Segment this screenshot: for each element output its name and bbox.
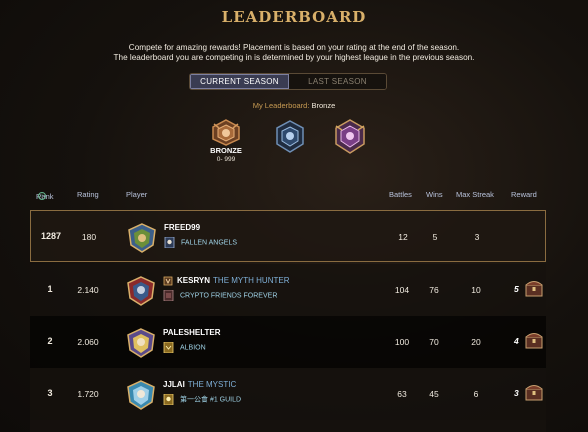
league-silver[interactable] <box>270 118 310 158</box>
col-wins: Wins <box>426 190 443 199</box>
avatar[interactable] <box>126 380 156 410</box>
reward-chest-icon <box>525 333 543 349</box>
avatar[interactable] <box>127 223 157 253</box>
player-name-text: KESRYN <box>177 276 211 286</box>
guild-banner-icon <box>163 342 174 353</box>
gold-league-icon <box>335 119 365 154</box>
guild-name-text: CRYPTO FRIENDS FOREVER <box>180 292 278 300</box>
guild-banner-icon <box>163 290 174 301</box>
row-battles: 63 <box>397 389 407 399</box>
col-player: Player <box>126 190 148 199</box>
row-battles: 104 <box>394 285 410 295</box>
player-name-text: PALESHELTER <box>163 328 221 337</box>
reward-chest-icon <box>525 385 543 401</box>
page-description: Compete for amazing rewards! Placement i… <box>0 43 588 63</box>
reward-count: 3 <box>514 388 519 398</box>
row-wins: 5 <box>432 232 438 242</box>
row-rating: 1.720 <box>77 389 99 399</box>
leaderboard-header: Rank i Rating Player Battles Wins Max Str… <box>0 188 588 202</box>
tab-last-season[interactable]: LAST SEASON <box>289 74 386 89</box>
row-wins: 70 <box>429 337 439 347</box>
row-rating: 2.060 <box>77 337 99 347</box>
reward[interactable]: 3 <box>512 382 544 404</box>
reward[interactable]: 5 <box>512 278 544 300</box>
reward-count: 4 <box>514 336 519 346</box>
col-battles: Battles <box>389 190 412 199</box>
player-title: THE MYSTIC <box>187 380 237 389</box>
guild-name: ALBION <box>163 342 206 353</box>
table-row[interactable]: 1 2.140 KESRYN THE MYTH HUNTER CRYPTO FRI… <box>30 264 546 316</box>
my-leaderboard-value: Bronze <box>311 101 336 110</box>
row-wins: 45 <box>429 389 439 399</box>
col-rating: Rating <box>77 190 99 199</box>
guild-banner-icon <box>163 394 174 405</box>
guild-name: 第一公會 #1 GUILD <box>163 394 241 405</box>
row-rank: 2 <box>47 336 53 346</box>
table-row-partial <box>30 420 546 432</box>
my-leaderboard-label: My Leaderboard: Bronze <box>0 101 588 110</box>
info-icon[interactable]: i <box>38 192 46 200</box>
guild-banner-icon <box>164 237 175 248</box>
player-name: PALESHELTER <box>163 328 220 337</box>
row-battles: 100 <box>394 337 410 347</box>
row-rank: 1 <box>47 284 53 294</box>
season-toggle: CURRENT SEASON LAST SEASON <box>189 73 387 90</box>
tab-current-season[interactable]: CURRENT SEASON <box>190 74 289 89</box>
row-rank: 3 <box>47 388 53 398</box>
page-title: LEADERBOARD <box>221 8 367 26</box>
table-row-me[interactable]: 1287 180 FREED99 FALLEN ANGELS 12 5 3 <box>30 210 546 262</box>
league-gold[interactable] <box>330 118 370 158</box>
guild-name-text: FALLEN ANGELS <box>181 239 238 247</box>
player-name-text: FREED99 <box>164 223 201 232</box>
row-wins: 76 <box>429 285 439 295</box>
reward[interactable]: 4 <box>512 330 544 352</box>
player-name-text: JJLAI <box>163 380 185 389</box>
reward-count: 5 <box>514 284 519 294</box>
my-leaderboard-key: My Leaderboard: <box>252 101 310 110</box>
table-row[interactable]: 2 2.060 PALESHELTER ALBION 100 70 20 4 <box>30 316 546 368</box>
table-row[interactable]: 3 1.720 JJLAI THE MYSTIC 第一公會 #1 GUILD 63… <box>30 368 546 420</box>
avatar[interactable] <box>126 328 156 358</box>
row-max-streak: 10 <box>471 285 481 295</box>
guild-name-text: ALBION <box>180 344 206 352</box>
col-max-streak: Max Streak <box>456 190 494 199</box>
guild-name: CRYPTO FRIENDS FOREVER <box>163 290 277 301</box>
silver-league-icon <box>276 120 304 153</box>
row-max-streak: 3 <box>474 232 480 242</box>
description-line-2: The leaderboard you are competing in is … <box>113 53 475 62</box>
col-reward: Reward <box>511 190 537 199</box>
reward-chest-icon <box>525 281 543 297</box>
row-max-streak: 6 <box>473 389 479 399</box>
bronze-league-name: BRONZE <box>210 146 242 155</box>
row-rating: 2.140 <box>77 285 99 295</box>
bronze-league-icon <box>212 119 240 146</box>
title-crest-icon <box>163 276 173 286</box>
description-line-1: Compete for amazing rewards! Placement i… <box>128 43 460 52</box>
player-name: KESRYN THE MYTH HUNTER <box>163 276 290 286</box>
player-title: THE MYTH HUNTER <box>213 276 290 286</box>
row-rank: 1287 <box>40 231 62 241</box>
player-name: FREED99 <box>164 223 200 232</box>
row-max-streak: 20 <box>471 337 481 347</box>
avatar[interactable] <box>126 276 156 306</box>
guild-name: FALLEN ANGELS <box>164 237 237 248</box>
bronze-league-range: 0- 999 <box>216 156 236 163</box>
guild-name-text: 第一公會 #1 GUILD <box>180 396 242 404</box>
league-bronze[interactable]: BRONZE 0- 999 <box>206 118 246 170</box>
player-name: JJLAI THE MYSTIC <box>163 380 236 389</box>
row-rating: 180 <box>81 232 97 242</box>
row-battles: 12 <box>398 232 408 242</box>
